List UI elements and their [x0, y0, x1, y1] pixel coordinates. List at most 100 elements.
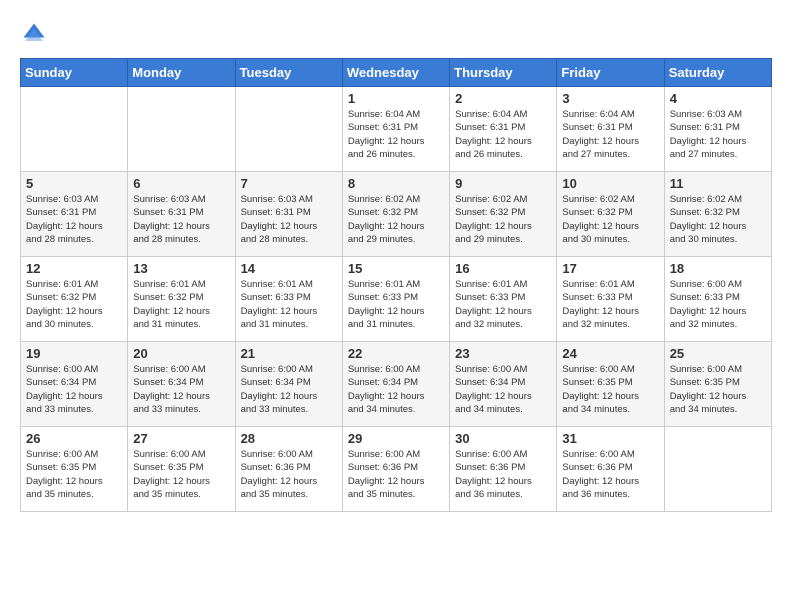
calendar-cell: 15 Sunrise: 6:01 AM Sunset: 6:33 PM Dayli…	[342, 257, 449, 342]
logo[interactable]	[20, 20, 52, 48]
day-info: Sunrise: 6:03 AM Sunset: 6:31 PM Dayligh…	[26, 193, 122, 246]
day-header-friday: Friday	[557, 59, 664, 87]
day-info: Sunrise: 6:00 AM Sunset: 6:34 PM Dayligh…	[348, 363, 444, 416]
calendar-cell: 23Sunrise: 6:00 AM Sunset: 6:34 PM Dayli…	[450, 342, 557, 427]
day-number: 28	[241, 431, 337, 446]
day-info: Sunrise: 6:04 AM Sunset: 6:31 PM Dayligh…	[455, 108, 551, 161]
calendar-cell: 20Sunrise: 6:00 AM Sunset: 6:34 PM Dayli…	[128, 342, 235, 427]
day-info: Sunrise: 6:00 AM Sunset: 6:36 PM Dayligh…	[562, 448, 658, 501]
day-info: Sunrise: 6:00 AM Sunset: 6:34 PM Dayligh…	[241, 363, 337, 416]
day-info: Sunrise: 6:01 AM Sunset: 6:33 PM Dayligh…	[562, 278, 658, 331]
day-number: 10	[562, 176, 658, 191]
day-info: Sunrise: 6:02 AM Sunset: 6:32 PM Dayligh…	[348, 193, 444, 246]
day-header-thursday: Thursday	[450, 59, 557, 87]
day-number: 15	[348, 261, 444, 276]
day-info: Sunrise: 6:01 AM Sunset: 6:32 PM Dayligh…	[26, 278, 122, 331]
calendar-cell: 4Sunrise: 6:03 AM Sunset: 6:31 PM Daylig…	[664, 87, 771, 172]
calendar-week-3: 12 Sunrise: 6:01 AM Sunset: 6:32 PM Dayli…	[21, 257, 772, 342]
day-number: 13	[133, 261, 229, 276]
day-info: Sunrise: 6:00 AM Sunset: 6:35 PM Dayligh…	[133, 448, 229, 501]
day-number: 29	[348, 431, 444, 446]
day-info: Sunrise: 6:02 AM Sunset: 6:32 PM Dayligh…	[670, 193, 766, 246]
day-number: 20	[133, 346, 229, 361]
day-number: 22	[348, 346, 444, 361]
calendar-cell: 7 Sunrise: 6:03 AM Sunset: 6:31 PM Daylig…	[235, 172, 342, 257]
day-header-tuesday: Tuesday	[235, 59, 342, 87]
day-number: 9	[455, 176, 551, 191]
day-info: Sunrise: 6:03 AM Sunset: 6:31 PM Dayligh…	[241, 193, 337, 246]
day-info: Sunrise: 6:00 AM Sunset: 6:36 PM Dayligh…	[241, 448, 337, 501]
calendar-cell: 8 Sunrise: 6:02 AM Sunset: 6:32 PM Daylig…	[342, 172, 449, 257]
day-number: 14	[241, 261, 337, 276]
day-number: 3	[562, 91, 658, 106]
day-info: Sunrise: 6:03 AM Sunset: 6:31 PM Dayligh…	[133, 193, 229, 246]
calendar-cell	[235, 87, 342, 172]
day-number: 2	[455, 91, 551, 106]
calendar-week-4: 19 Sunrise: 6:00 AM Sunset: 6:34 PM Dayli…	[21, 342, 772, 427]
calendar-week-2: 5 Sunrise: 6:03 AM Sunset: 6:31 PM Daylig…	[21, 172, 772, 257]
day-info: Sunrise: 6:01 AM Sunset: 6:33 PM Dayligh…	[348, 278, 444, 331]
calendar-cell: 11 Sunrise: 6:02 AM Sunset: 6:32 PM Dayli…	[664, 172, 771, 257]
day-info: Sunrise: 6:04 AM Sunset: 6:31 PM Dayligh…	[562, 108, 658, 161]
calendar-week-1: 1 Sunrise: 6:04 AM Sunset: 6:31 PM Daylig…	[21, 87, 772, 172]
calendar-cell: 19 Sunrise: 6:00 AM Sunset: 6:34 PM Dayli…	[21, 342, 128, 427]
calendar-cell: 6 Sunrise: 6:03 AM Sunset: 6:31 PM Daylig…	[128, 172, 235, 257]
day-number: 12	[26, 261, 122, 276]
day-number: 8	[348, 176, 444, 191]
day-info: Sunrise: 6:01 AM Sunset: 6:33 PM Dayligh…	[241, 278, 337, 331]
day-header-saturday: Saturday	[664, 59, 771, 87]
day-number: 21	[241, 346, 337, 361]
day-info: Sunrise: 6:00 AM Sunset: 6:36 PM Dayligh…	[455, 448, 551, 501]
day-number: 7	[241, 176, 337, 191]
day-info: Sunrise: 6:03 AM Sunset: 6:31 PM Dayligh…	[670, 108, 766, 161]
calendar-cell: 10 Sunrise: 6:02 AM Sunset: 6:32 PM Dayli…	[557, 172, 664, 257]
day-number: 27	[133, 431, 229, 446]
calendar-cell	[128, 87, 235, 172]
day-header-wednesday: Wednesday	[342, 59, 449, 87]
day-number: 18	[670, 261, 766, 276]
day-number: 19	[26, 346, 122, 361]
calendar-cell: 14 Sunrise: 6:01 AM Sunset: 6:33 PM Dayli…	[235, 257, 342, 342]
calendar-cell: 5 Sunrise: 6:03 AM Sunset: 6:31 PM Daylig…	[21, 172, 128, 257]
calendar-cell: 21 Sunrise: 6:00 AM Sunset: 6:34 PM Dayli…	[235, 342, 342, 427]
day-number: 1	[348, 91, 444, 106]
day-number: 17	[562, 261, 658, 276]
calendar-header-row: SundayMondayTuesdayWednesdayThursdayFrid…	[21, 59, 772, 87]
day-info: Sunrise: 6:02 AM Sunset: 6:32 PM Dayligh…	[562, 193, 658, 246]
day-info: Sunrise: 6:00 AM Sunset: 6:34 PM Dayligh…	[455, 363, 551, 416]
calendar-table: SundayMondayTuesdayWednesdayThursdayFrid…	[20, 58, 772, 512]
day-info: Sunrise: 6:02 AM Sunset: 6:32 PM Dayligh…	[455, 193, 551, 246]
calendar-cell: 2 Sunrise: 6:04 AM Sunset: 6:31 PM Daylig…	[450, 87, 557, 172]
day-number: 6	[133, 176, 229, 191]
calendar-cell: 9 Sunrise: 6:02 AM Sunset: 6:32 PM Daylig…	[450, 172, 557, 257]
calendar-cell: 13 Sunrise: 6:01 AM Sunset: 6:32 PM Dayli…	[128, 257, 235, 342]
calendar-cell: 1Sunrise: 6:04 AM Sunset: 6:31 PM Daylig…	[342, 87, 449, 172]
day-header-sunday: Sunday	[21, 59, 128, 87]
day-info: Sunrise: 6:00 AM Sunset: 6:35 PM Dayligh…	[562, 363, 658, 416]
calendar-cell: 29 Sunrise: 6:00 AM Sunset: 6:36 PM Dayli…	[342, 427, 449, 512]
day-header-monday: Monday	[128, 59, 235, 87]
day-info: Sunrise: 6:00 AM Sunset: 6:34 PM Dayligh…	[26, 363, 122, 416]
calendar-cell: 3 Sunrise: 6:04 AM Sunset: 6:31 PM Daylig…	[557, 87, 664, 172]
calendar-cell: 22 Sunrise: 6:00 AM Sunset: 6:34 PM Dayli…	[342, 342, 449, 427]
day-number: 30	[455, 431, 551, 446]
day-info: Sunrise: 6:01 AM Sunset: 6:32 PM Dayligh…	[133, 278, 229, 331]
calendar-cell	[21, 87, 128, 172]
day-number: 31	[562, 431, 658, 446]
calendar-cell: 17 Sunrise: 6:01 AM Sunset: 6:33 PM Dayli…	[557, 257, 664, 342]
logo-icon	[20, 20, 48, 48]
calendar-cell: 28 Sunrise: 6:00 AM Sunset: 6:36 PM Dayli…	[235, 427, 342, 512]
calendar-cell	[664, 427, 771, 512]
calendar-cell: 31 Sunrise: 6:00 AM Sunset: 6:36 PM Dayli…	[557, 427, 664, 512]
day-number: 26	[26, 431, 122, 446]
calendar-cell: 30 Sunrise: 6:00 AM Sunset: 6:36 PM Dayli…	[450, 427, 557, 512]
day-number: 16	[455, 261, 551, 276]
page-header	[20, 20, 772, 48]
calendar-cell: 18Sunrise: 6:00 AM Sunset: 6:33 PM Dayli…	[664, 257, 771, 342]
day-info: Sunrise: 6:00 AM Sunset: 6:36 PM Dayligh…	[348, 448, 444, 501]
calendar-cell: 16 Sunrise: 6:01 AM Sunset: 6:33 PM Dayli…	[450, 257, 557, 342]
day-number: 11	[670, 176, 766, 191]
calendar-cell: 24Sunrise: 6:00 AM Sunset: 6:35 PM Dayli…	[557, 342, 664, 427]
day-info: Sunrise: 6:01 AM Sunset: 6:33 PM Dayligh…	[455, 278, 551, 331]
day-number: 5	[26, 176, 122, 191]
